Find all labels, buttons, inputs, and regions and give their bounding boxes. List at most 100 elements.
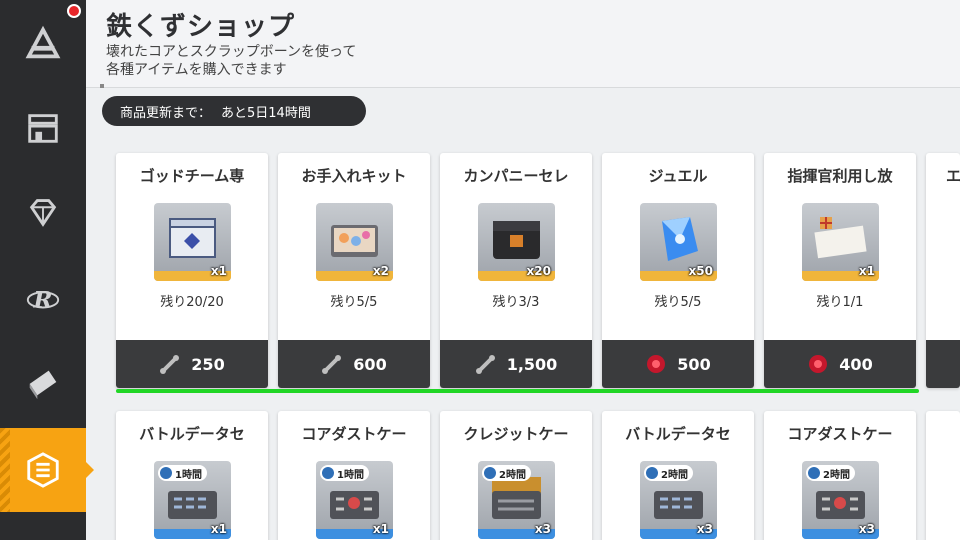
item-quantity: x3 <box>858 522 875 536</box>
shop-item-card[interactable]: バトルデータセ 2時間 x3 <box>602 411 754 540</box>
time-label: 1時間 <box>175 469 202 481</box>
item-thumbnail: 2時間 x3 <box>802 461 879 539</box>
item-quantity: x3 <box>696 522 713 536</box>
sidebar-item-gems[interactable] <box>0 170 86 254</box>
buy-button[interactable]: 400 <box>764 340 916 388</box>
shop-item-card[interactable]: 指揮官利用し放 x1 残り1/1 400 <box>764 153 916 388</box>
page-title: 鉄くずショップ <box>106 12 296 42</box>
time-label: 2時間 <box>661 469 688 481</box>
clock-icon <box>322 467 334 479</box>
shop-item-card[interactable]: ジュエル x50 残り5/5 500 <box>602 153 754 388</box>
remaining-stock: 残り1/1 <box>816 295 864 310</box>
clock-icon <box>484 467 496 479</box>
item-thumbnail: x20 <box>478 203 555 281</box>
item-name: カンパニーセレ <box>463 167 569 185</box>
price: 400 <box>839 354 873 374</box>
item-quantity: x1 <box>210 522 227 536</box>
company-box-icon <box>493 221 540 259</box>
shop-item-card[interactable]: ゴッドチーム専 x1 残り20/20 250 <box>116 153 268 388</box>
broken-core-icon <box>809 355 828 373</box>
refresh-timer: 商品更新まで： あと5日14時間 <box>102 96 366 126</box>
time-badge: 2時間 <box>644 465 693 481</box>
maintenance-kit-icon <box>331 225 378 257</box>
shop-item-card-partial[interactable] <box>926 411 960 540</box>
item-name: バトルデータセ <box>625 425 731 443</box>
remaining-stock: 残り5/5 <box>330 295 378 310</box>
buy-button[interactable]: 1,500 <box>440 340 592 388</box>
shop-stall-icon <box>28 114 58 143</box>
shop-item-card-partial[interactable]: エ <box>926 153 960 388</box>
item-name: クレジットケー <box>463 425 569 443</box>
time-label: 2時間 <box>823 469 850 481</box>
item-quantity: x2 <box>372 264 389 278</box>
item-name: 指揮官利用し放 <box>787 167 893 185</box>
item-thumbnail: 1時間 x1 <box>154 461 231 539</box>
item-quantity: x20 <box>526 264 551 278</box>
refresh-label: 商品更新まで： <box>120 105 212 121</box>
item-name: ゴッドチーム専 <box>139 167 245 185</box>
price: 1,500 <box>506 354 558 374</box>
r-emblem-icon: R <box>26 288 60 314</box>
item-name: ジュエル <box>648 167 708 185</box>
remaining-stock: 残り3/3 <box>492 295 540 310</box>
item-thumbnail: x1 <box>154 203 231 281</box>
sidebar-item-tickets[interactable] <box>0 340 86 424</box>
selection-highlight <box>116 389 919 393</box>
item-thumbnail: 2時間 x3 <box>640 461 717 539</box>
item-quantity: x1 <box>372 522 389 536</box>
shop-item-card[interactable]: クレジットケー 2時間 x3 <box>440 411 592 540</box>
shop-item-card[interactable]: コアダストケー 2時間 x3 <box>764 411 916 540</box>
time-label: 2時間 <box>499 469 526 481</box>
price: 500 <box>677 354 711 374</box>
shop-item-card[interactable]: バトルデータセ 1時間 x1 <box>116 411 268 540</box>
shop-item-card[interactable]: カンパニーセレ x20 残り3/3 1,500 <box>440 153 592 388</box>
item-thumbnail: x50 <box>640 203 717 281</box>
shop-item-card[interactable]: お手入れキット x2 残り5/5 600 <box>278 153 430 388</box>
scrap-bone-icon <box>322 355 342 374</box>
scrap-bone-icon <box>160 355 180 374</box>
sidebar-item-prism[interactable] <box>0 2 86 86</box>
item-quantity: x1 <box>858 264 875 278</box>
sidebar-item-scrap-shop[interactable] <box>0 428 94 512</box>
sidebar-item-r-shop[interactable]: R <box>0 256 86 340</box>
item-name: エ <box>946 167 960 185</box>
subtitle-line-1: 壊れたコアとスクラップボーンを使って <box>106 44 357 60</box>
item-quantity: x50 <box>688 264 713 278</box>
buy-button[interactable]: 500 <box>602 340 754 388</box>
shop-item-card[interactable]: コアダストケー 1時間 x1 <box>278 411 430 540</box>
clock-icon <box>646 467 658 479</box>
gear-box-icon <box>169 218 216 258</box>
refresh-time: あと5日14時間 <box>221 105 311 121</box>
item-thumbnail: 2時間 x3 <box>478 461 555 539</box>
sidebar: R <box>0 0 94 540</box>
diamond-icon <box>29 199 57 227</box>
item-thumbnail: x2 <box>316 203 393 281</box>
time-label: 1時間 <box>337 469 364 481</box>
time-badge: 2時間 <box>806 465 855 481</box>
broken-core-icon <box>647 355 666 373</box>
item-name: コアダストケー <box>787 425 893 443</box>
item-thumbnail: 1時間 x1 <box>316 461 393 539</box>
scrap-bolt-icon <box>27 452 59 488</box>
item-name: コアダストケー <box>301 425 407 443</box>
price: 600 <box>353 354 387 374</box>
clock-icon <box>808 467 820 479</box>
subtitle-line-2: 各種アイテムを購入できます <box>106 62 287 78</box>
buy-button[interactable]: 250 <box>116 340 268 388</box>
sidebar-item-shop[interactable] <box>0 86 86 170</box>
active-zigzag <box>0 428 10 512</box>
item-thumbnail: x1 <box>802 203 879 281</box>
voucher-icon <box>814 217 867 259</box>
jewel-icon <box>662 217 698 261</box>
price: 250 <box>191 354 225 374</box>
scrap-bone-icon <box>475 355 495 374</box>
time-badge: 2時間 <box>482 465 531 481</box>
buy-button[interactable]: 600 <box>278 340 430 388</box>
clock-icon <box>160 467 172 479</box>
buy-button[interactable] <box>926 340 960 388</box>
prism-icon <box>25 25 61 59</box>
time-badge: 1時間 <box>158 465 207 481</box>
page-subtitle: 壊れたコアとスクラップボーンを使って 各種アイテムを購入できます <box>106 43 506 79</box>
divider-mark <box>100 84 104 88</box>
svg-text:R: R <box>33 288 53 314</box>
